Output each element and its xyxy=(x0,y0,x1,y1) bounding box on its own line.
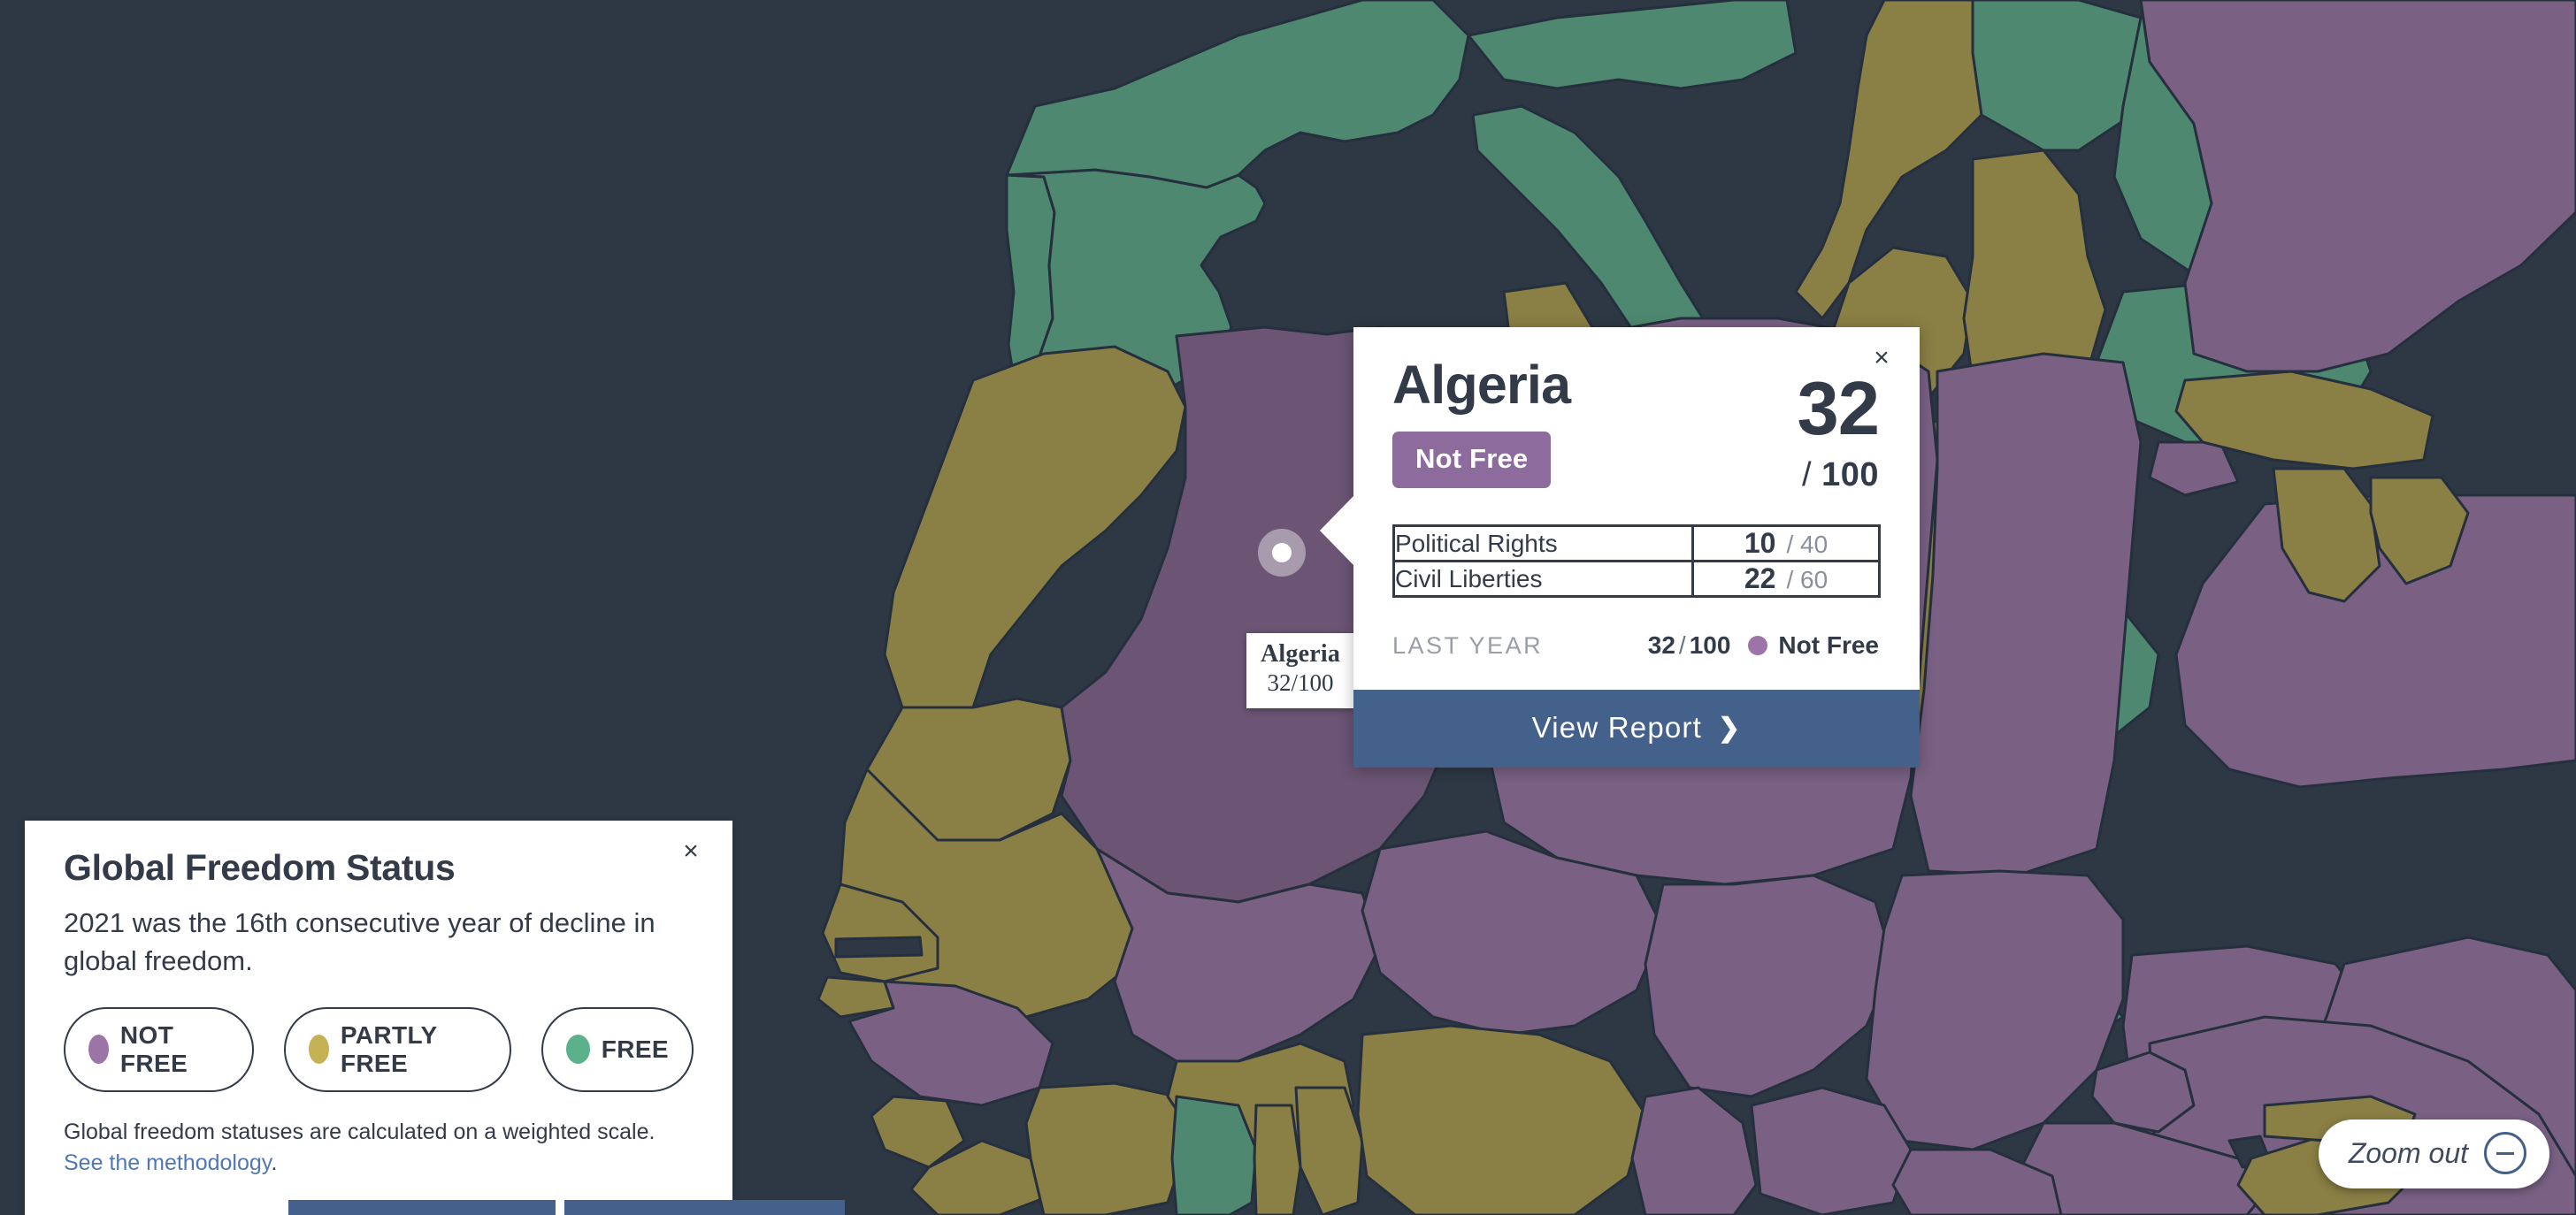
status-dot-icon xyxy=(565,1035,590,1065)
metrics-table: Political Rights 10 / 40 Civil Liberties … xyxy=(1392,524,1881,599)
legend-item-partly-free[interactable]: PARTLY FREE xyxy=(283,1006,511,1092)
legend-title: Global Freedom Status xyxy=(64,847,456,888)
legend-note-end: . xyxy=(271,1150,278,1175)
country-egypt[interactable] xyxy=(1909,352,2143,877)
last-year-status: Not Free xyxy=(1748,631,1879,660)
last-year-status-label: Not Free xyxy=(1778,631,1879,660)
metric-max: / 60 xyxy=(1786,566,1828,594)
panel-tabs: Global Freedom Internet Freedom Democrac… xyxy=(25,1199,846,1215)
total-score-denominator: / 100 xyxy=(1797,456,1879,494)
card-header-left: Algeria Not Free xyxy=(1392,350,1571,489)
metric-label-political-rights: Political Rights xyxy=(1395,529,1558,557)
tooltip-country-name: Algeria xyxy=(1261,640,1341,668)
tab-democracy-status[interactable]: Democracy Status xyxy=(564,1199,846,1215)
legend-item-free[interactable]: FREE xyxy=(540,1006,694,1092)
tab-global-freedom[interactable]: Global Freedom xyxy=(25,1199,280,1215)
score-max: 100 xyxy=(1821,456,1879,494)
status-dot-icon xyxy=(88,1035,109,1065)
card-body: × Algeria Not Free 32 / 100 Political Ri… xyxy=(1353,327,1920,691)
minus-circle-icon xyxy=(2484,1132,2526,1174)
metric-value: 10 xyxy=(1744,527,1776,560)
methodology-link[interactable]: See the methodology xyxy=(64,1150,271,1175)
legend-item-label: FREE xyxy=(601,1035,669,1063)
close-icon[interactable]: × xyxy=(1867,343,1897,373)
legend-items: NOT FREE PARTLY FREE FREE xyxy=(64,1006,694,1092)
score-slash: / xyxy=(1801,456,1813,494)
selected-country-marker[interactable] xyxy=(1258,529,1306,577)
tab-internet-freedom[interactable]: Internet Freedom xyxy=(288,1199,556,1215)
country-ivory-coast[interactable] xyxy=(1024,1081,1187,1215)
country-togo[interactable] xyxy=(1253,1104,1302,1215)
card-pointer-arrow xyxy=(1320,495,1354,566)
zoom-out-button[interactable]: Zoom out xyxy=(2318,1119,2549,1188)
last-year-row: LAST YEAR 32/100 Not Free xyxy=(1392,631,1881,660)
last-year-slash: / xyxy=(1678,631,1686,660)
last-year-score: 32/100 xyxy=(1648,631,1731,660)
country-detail-card: × Algeria Not Free 32 / 100 Political Ri… xyxy=(1320,327,1920,768)
legend-item-not-free[interactable]: NOT FREE xyxy=(64,1006,254,1092)
zoom-out-label: Zoom out xyxy=(2348,1136,2468,1169)
status-dot-icon xyxy=(1748,636,1768,656)
tooltip-country-score: 32/100 xyxy=(1267,669,1334,697)
last-year-label: LAST YEAR xyxy=(1392,631,1544,659)
legend-panel: × Global Freedom Status 2021 was the 16t… xyxy=(25,821,846,1215)
map-application: Algeria 32/100 × Algeria Not Free 32 / 1… xyxy=(0,0,2576,1215)
legend-content: × Global Freedom Status 2021 was the 16t… xyxy=(25,821,732,1200)
table-row: Political Rights 10 / 40 xyxy=(1393,525,1880,562)
status-badge: Not Free xyxy=(1392,432,1552,489)
map-hover-tooltip: Algeria 32/100 xyxy=(1246,633,1355,708)
view-report-button[interactable]: View Report ❯ xyxy=(1353,690,1920,768)
last-year-max: 100 xyxy=(1689,631,1731,660)
legend-item-label: NOT FREE xyxy=(119,1020,188,1077)
status-dot-icon xyxy=(308,1035,329,1065)
legend-item-label: PARTLY FREE xyxy=(340,1020,438,1077)
close-icon[interactable]: × xyxy=(676,837,706,867)
metric-label-civil-liberties: Civil Liberties xyxy=(1395,564,1543,592)
metric-score-civil-liberties: 22 / 60 xyxy=(1691,561,1880,597)
table-row: Civil Liberties 22 / 60 xyxy=(1394,561,1880,597)
country-gambia[interactable] xyxy=(834,936,924,959)
metric-value: 22 xyxy=(1744,562,1776,595)
legend-note-text: Global freedom statuses are calculated o… xyxy=(64,1119,656,1144)
view-report-label: View Report xyxy=(1531,711,1702,745)
card-header: Algeria Not Free 32 / 100 xyxy=(1392,350,1881,494)
legend-description: 2021 was the 16th consecutive year of de… xyxy=(64,907,656,976)
total-score-value: 32 xyxy=(1797,367,1880,451)
metric-max: / 40 xyxy=(1786,531,1828,559)
chevron-right-icon: ❯ xyxy=(1718,713,1742,743)
metric-score-political-rights: 10 / 40 xyxy=(1691,525,1880,562)
legend-note: Global freedom statuses are calculated o… xyxy=(64,1117,674,1179)
last-year-value: 32 xyxy=(1647,631,1675,660)
page-title: Algeria xyxy=(1392,355,1571,415)
last-year-values: 32/100 Not Free xyxy=(1648,631,1879,660)
